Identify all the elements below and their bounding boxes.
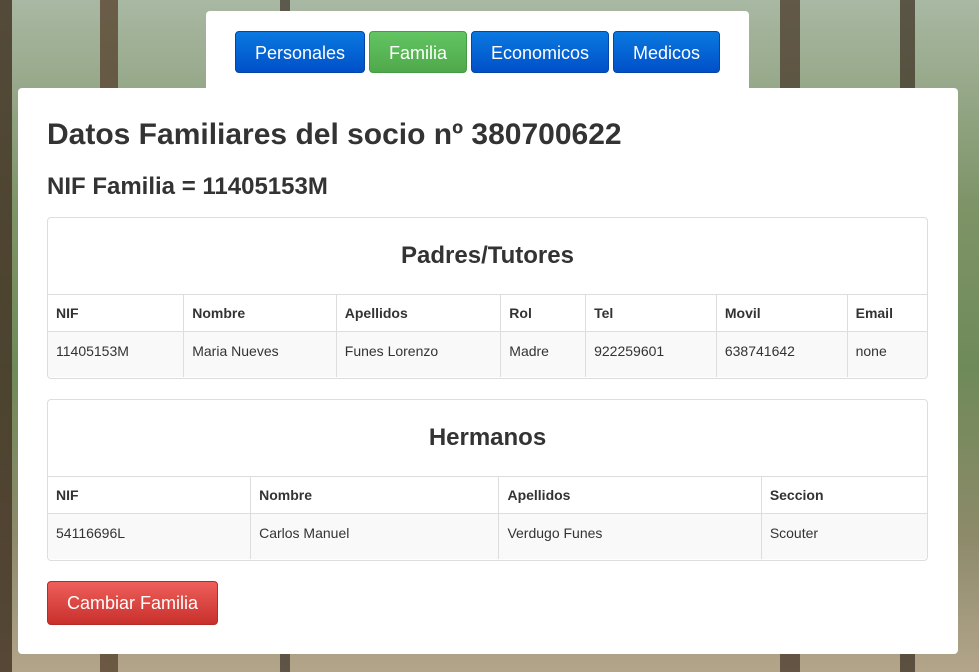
- parents-table-header: NIF Nombre Apellidos Rol Tel Movil Email: [48, 295, 927, 332]
- column-header: Nombre: [183, 295, 337, 332]
- column-header: Movil: [716, 295, 848, 332]
- parents-section: Padres/Tutores NIF Nombre Apellidos Rol …: [47, 217, 928, 379]
- siblings-table-header: NIF Nombre Apellidos Seccion: [48, 477, 927, 514]
- table-cell: Carlos Manuel: [250, 513, 500, 559]
- parents-table: NIF Nombre Apellidos Rol Tel Movil Email…: [48, 295, 927, 377]
- column-header: Seccion: [761, 477, 927, 514]
- column-header: Apellidos: [498, 477, 762, 514]
- page-title: Datos Familiares del socio nº 380700622: [47, 118, 622, 151]
- table-cell: none: [847, 331, 927, 377]
- column-header: Rol: [500, 295, 587, 332]
- column-header: Nombre: [250, 477, 500, 514]
- parents-section-title: Padres/Tutores: [48, 218, 927, 295]
- table-cell: Madre: [500, 331, 587, 377]
- column-header: Tel: [585, 295, 717, 332]
- table-cell: 922259601: [585, 331, 717, 377]
- tab-medicos[interactable]: Medicos: [613, 31, 720, 73]
- table-cell: Verdugo Funes: [498, 513, 762, 559]
- column-header: NIF: [48, 477, 252, 514]
- tab-personales[interactable]: Personales: [235, 31, 365, 73]
- tab-economicos[interactable]: Economicos: [471, 31, 609, 73]
- column-header: Apellidos: [336, 295, 502, 332]
- siblings-section-title: Hermanos: [48, 400, 927, 477]
- siblings-table: NIF Nombre Apellidos Seccion 54116696L C…: [48, 477, 927, 559]
- column-header: NIF: [48, 295, 185, 332]
- table-cell: 11405153M: [48, 331, 185, 377]
- table-cell: 54116696L: [48, 513, 252, 559]
- table-cell: Maria Nueves: [183, 331, 337, 377]
- tab-familia[interactable]: Familia: [369, 31, 467, 73]
- column-header: Email: [847, 295, 927, 332]
- table-row: 11405153M Maria Nueves Funes Lorenzo Mad…: [48, 331, 927, 377]
- family-nif-heading: NIF Familia = 11405153M: [47, 173, 328, 200]
- siblings-section: Hermanos NIF Nombre Apellidos Seccion 54…: [47, 399, 928, 561]
- table-cell: Funes Lorenzo: [336, 331, 502, 377]
- change-family-button[interactable]: Cambiar Familia: [47, 581, 218, 625]
- table-row: 54116696L Carlos Manuel Verdugo Funes Sc…: [48, 513, 927, 559]
- table-cell: Scouter: [761, 513, 927, 559]
- table-cell: 638741642: [716, 331, 848, 377]
- main-panel: Datos Familiares del socio nº 380700622 …: [18, 88, 958, 654]
